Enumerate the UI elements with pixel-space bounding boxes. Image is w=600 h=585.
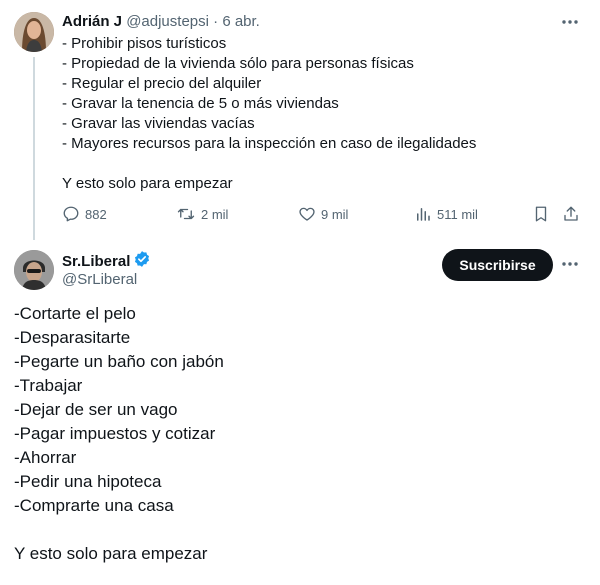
tweet1-text: - Prohibir pisos turísticos - Propiedad … [62,34,476,194]
like-count: 9 mil [321,206,349,222]
tweet2-line: -Dejar de ser un vago [14,400,178,419]
tweet1-author-name[interactable]: Adrián J [62,13,122,30]
like-button[interactable]: 9 mil [298,205,348,223]
tweet2-text: -Cortarte el pelo -Desparasitarte -Pegar… [14,302,224,566]
tweet2-author-handle[interactable]: @SrLiberal [62,270,137,290]
bookmark-button[interactable] [532,205,550,223]
tweet1-action-bar: 882 2 mil 9 mil 511 mil [62,205,586,227]
tweet2-line: -Desparasitarte [14,328,131,347]
retweet-count: 2 mil [201,206,229,222]
tweet1-line: - Mayores recursos para la inspección en… [62,135,477,152]
tweet1-closing: Y esto solo para empezar [62,175,233,192]
tweet1-line: - Propiedad de la vivienda sólo para per… [62,55,414,72]
tweet1-author-handle[interactable]: @adjustepsi [126,13,209,30]
views-count: 511 mil [437,206,478,222]
bookmark-icon [532,205,550,223]
reply-button[interactable]: 882 [62,205,107,223]
avatar-srliberal[interactable] [14,250,54,290]
more-options-icon[interactable] [560,12,580,32]
heart-icon [298,205,316,223]
tweet2-author-name[interactable]: Sr.Liberal [62,252,130,272]
tweet2-line: -Ahorrar [14,448,77,467]
more-options-icon[interactable] [560,254,580,274]
tweet1-separator: · [208,13,223,30]
tweet2-line: -Cortarte el pelo [14,304,136,323]
tweet2-line: -Pegarte un baño con jabón [14,352,224,371]
tweet1-line: - Gravar la tenencia de 5 o más vivienda… [62,95,339,112]
tweet1-line: - Prohibir pisos turísticos [62,35,227,52]
views-button[interactable]: 511 mil [414,205,478,223]
avatar-adrian[interactable] [14,12,54,52]
tweet2-line: -Pagar impuestos y cotizar [14,424,216,443]
tweet2-closing: Y esto solo para empezar [14,544,208,563]
tweet2-line: -Comprarte una casa [14,496,174,515]
subscribe-button[interactable]: Suscribirse [442,249,553,281]
retweet-icon [176,205,196,223]
tweet2-line: -Trabajar [14,376,83,395]
share-icon [562,205,580,223]
tweet1-date[interactable]: 6 abr. [222,13,260,30]
reply-count: 882 [85,206,107,222]
retweet-button[interactable]: 2 mil [176,205,228,223]
tweet1-line: - Gravar las viviendas vacías [62,115,255,132]
tweet2-line: -Pedir una hipoteca [14,472,162,491]
views-icon [414,205,432,223]
reply-icon [62,205,80,223]
tweet1-line: - Regular el precio del alquiler [62,75,262,92]
tweet1-header: Adrián J @adjustepsi · 6 abr. [62,12,260,32]
thread-connector-line [33,57,35,240]
share-button[interactable] [562,205,580,223]
